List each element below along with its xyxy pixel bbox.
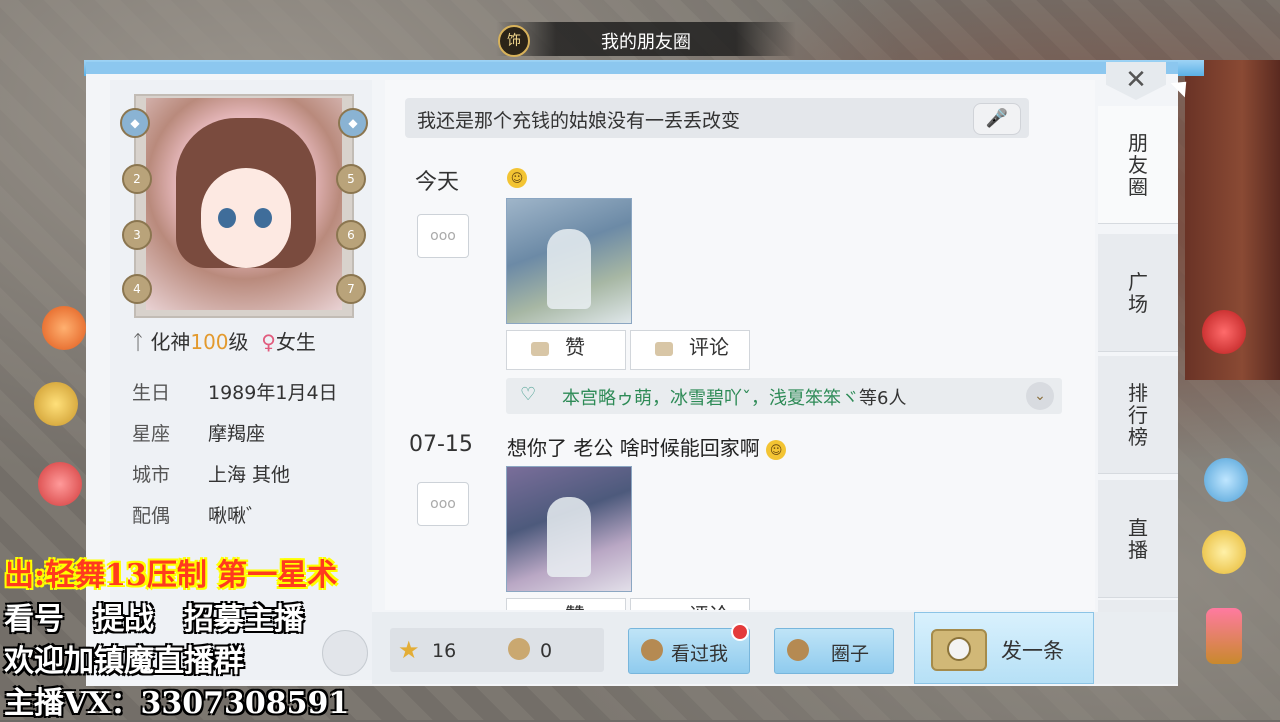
gift-icon[interactable]	[38, 462, 82, 506]
visitor-icon	[508, 638, 530, 660]
avatar-frame	[134, 94, 354, 318]
heart-outline-icon: ♡	[520, 384, 537, 405]
post-photo[interactable]	[506, 466, 632, 592]
window-title-bar: 饰 我的朋友圈	[496, 22, 796, 57]
avatar[interactable]	[146, 98, 342, 310]
post-caption: ☺	[507, 164, 527, 188]
likes-names: 本宫略ゥ萌，冰雪碧吖ˇ，浅夏笨笨ヾ等6人	[562, 388, 907, 409]
comment-icon	[655, 609, 673, 610]
visitors-count: 0	[540, 640, 553, 662]
window-title: 我的朋友圈	[601, 32, 691, 53]
smiley-emoji-icon: ☺	[507, 167, 527, 188]
sword-icon: ᛏ	[132, 330, 144, 354]
share-icon[interactable]	[322, 630, 368, 676]
badge-icon: 2	[122, 164, 152, 194]
info-row-spouse: 配偶 啾啾゛	[132, 501, 265, 528]
info-value: 1989年1月4日	[208, 382, 338, 404]
surprised-emoji-icon: ☺	[766, 439, 787, 460]
comment-button[interactable]: 评论	[630, 330, 750, 370]
seen-me-button[interactable]: 看过我	[628, 623, 750, 674]
pet-icon[interactable]	[34, 382, 78, 426]
info-value: 啾啾゛	[208, 505, 266, 527]
chat-bubble-icon[interactable]: ooo	[417, 482, 469, 526]
side-tabs: 朋友圈 广场 排行榜 直播 灵妹	[1098, 106, 1178, 686]
female-icon: ♀	[261, 330, 276, 354]
info-key: 生日	[132, 382, 171, 404]
heart-icon	[531, 609, 549, 610]
post-photo[interactable]	[506, 198, 632, 324]
info-key: 配偶	[132, 505, 171, 527]
info-row-city: 城市 上海 其他	[132, 460, 290, 487]
level-suffix: 级	[228, 330, 249, 354]
like-button[interactable]: 赞	[506, 330, 626, 370]
badge-icon: ◆	[338, 108, 368, 138]
like-button[interactable]: 赞	[506, 598, 626, 610]
tab-plaza[interactable]: 广场	[1098, 234, 1178, 352]
fire-orb-icon[interactable]	[42, 306, 86, 350]
overlay-line-2: 看号 提战 招募主播	[4, 602, 304, 637]
tab-friends-circle[interactable]: 朋友圈	[1098, 106, 1178, 224]
level-value: 100	[190, 330, 229, 354]
user-icon	[641, 639, 663, 661]
badge-icon: 5	[336, 164, 366, 194]
post-caption: 想你了 老公 啥时候能回家啊 ☺	[507, 432, 787, 461]
camera-icon	[931, 629, 987, 671]
comment-button[interactable]: 评论	[630, 598, 750, 610]
info-row-birthday: 生日 1989年1月4日	[132, 378, 338, 405]
bottom-toolbar: ★ 16 0 看过我 圈子 发一条	[372, 612, 1178, 684]
overlay-line-1: 出:轻舞13压制 第一星术	[4, 558, 338, 593]
new-post-button[interactable]: 发一条	[914, 612, 1094, 684]
info-value: 摩羯座	[208, 423, 266, 445]
badge-icon: ◆	[120, 108, 150, 138]
circle-button[interactable]: 圈子	[774, 628, 894, 674]
chevron-down-icon[interactable]: ⌄	[1026, 382, 1054, 410]
group-icon	[787, 639, 809, 661]
info-key: 城市	[132, 464, 171, 486]
level-gender-line: ᛏ 化神100级 ♀女生	[132, 326, 362, 360]
stars-count: 16	[432, 640, 457, 662]
tab-ranking[interactable]: 排行榜	[1098, 356, 1178, 474]
chat-bubble-icon[interactable]: ooo	[417, 214, 469, 258]
info-key: 星座	[132, 423, 171, 445]
post-date: 今天	[415, 170, 460, 195]
signature-bar[interactable]: 我还是那个充钱的姑娘没有一丢丢改变 🎤	[405, 98, 1029, 138]
badge-icon: 3	[122, 220, 152, 250]
signature-text: 我还是那个充钱的姑娘没有一丢丢改变	[417, 110, 741, 132]
comment-icon	[655, 341, 673, 356]
lipstick-icon[interactable]	[1206, 608, 1242, 664]
notification-dot	[731, 623, 749, 641]
crystal-ball-icon[interactable]	[1204, 458, 1248, 502]
rose-icon[interactable]	[1202, 310, 1246, 354]
feed-area: 我还是那个充钱的姑娘没有一丢丢改变 🎤 今天 ooo ☺ 赞 评论 ♡ 本宫略ゥ…	[385, 80, 1095, 610]
chick-icon[interactable]	[1202, 530, 1246, 574]
badge-icon: 6	[336, 220, 366, 250]
counts-display: ★ 16 0	[390, 628, 604, 672]
likes-row: ♡ 本宫略ゥ萌，冰雪碧吖ˇ，浅夏笨笨ヾ等6人 ⌄	[506, 378, 1062, 414]
info-row-zodiac: 星座 摩羯座	[132, 419, 265, 446]
overlay-line-4: 主播VX：3307308591	[4, 686, 350, 721]
tab-live[interactable]: 直播	[1098, 480, 1178, 598]
gender-label: 女生	[275, 330, 316, 354]
badge-icon: 7	[336, 274, 366, 304]
info-value: 上海 其他	[208, 464, 291, 486]
badge-icon: 4	[122, 274, 152, 304]
post-date: 07-15	[409, 432, 473, 457]
cultivation-label: 化神	[150, 330, 191, 354]
overlay-line-3: 欢迎加镇魔直播群	[4, 644, 244, 679]
star-icon: ★	[398, 636, 420, 664]
microphone-icon[interactable]: 🎤	[973, 103, 1021, 135]
heart-icon	[531, 341, 549, 356]
